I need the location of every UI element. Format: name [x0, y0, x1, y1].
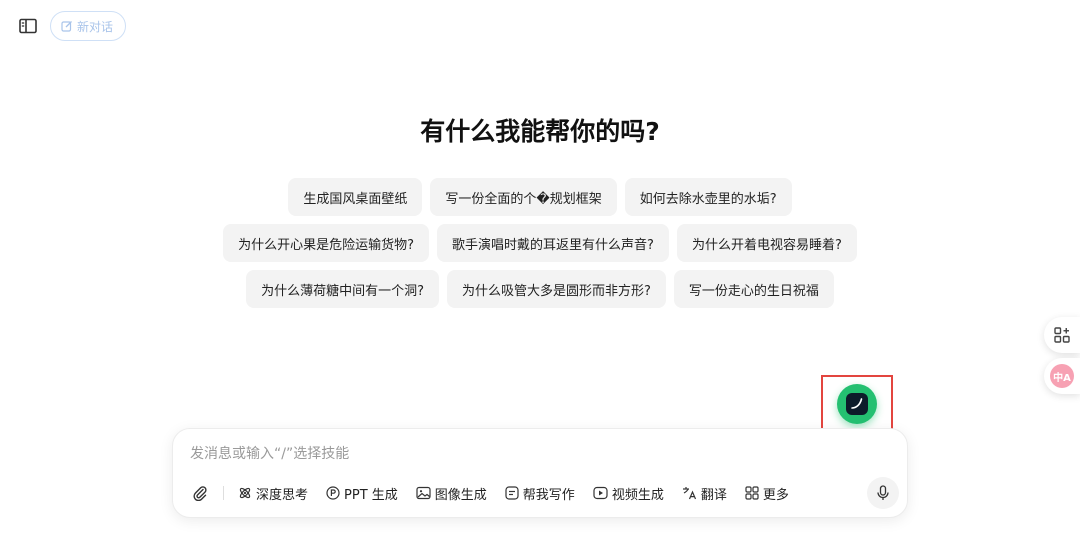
suggestion-chip[interactable]: 为什么薄荷糖中间有一个洞?	[246, 270, 439, 308]
deep-thinking-button[interactable]: 深度思考	[238, 484, 308, 503]
suggestion-row: 生成国风桌面壁纸 写一份全面的个�规划框架 如何去除水壶里的水垢?	[0, 178, 1080, 216]
suggestion-chip[interactable]: 为什么开着电视容易睡着?	[676, 224, 857, 262]
voice-input-button[interactable]	[867, 477, 899, 509]
image-generate-button[interactable]: 图像生成	[416, 484, 487, 503]
tool-label: 图像生成	[434, 487, 487, 503]
more-tools-button[interactable]: 更多	[745, 484, 789, 503]
top-bar: 新对话	[16, 11, 127, 41]
new-chat-button[interactable]: 新对话	[50, 11, 127, 41]
translate-icon	[682, 487, 696, 500]
suggestion-chip[interactable]: 生成国风桌面壁纸	[288, 178, 423, 216]
suggestion-chip[interactable]: 如何去除水壶里的水垢?	[624, 178, 792, 216]
tool-label: PPT 生成	[344, 487, 398, 503]
side-apps-button[interactable]	[1044, 317, 1080, 353]
message-input[interactable]	[190, 443, 870, 465]
suggestion-chip[interactable]: 写一份走心的生日祝福	[673, 270, 834, 308]
ppt-generate-button[interactable]: PPT 生成	[326, 484, 398, 503]
page-title: 有什么我能帮你的吗?	[420, 117, 660, 146]
attach-button[interactable]	[189, 482, 211, 504]
ppt-icon	[326, 486, 340, 500]
tool-label: 更多	[762, 487, 789, 503]
sidebar-panel-icon	[19, 18, 37, 34]
suggestion-row: 为什么开心果是危险运输货物? 歌手演唱时戴的耳返里有什么声音? 为什么开着电视容…	[0, 224, 1080, 262]
suggestion-chip[interactable]: 写一份全面的个�规划框架	[430, 178, 617, 216]
new-chat-label: 新对话	[77, 19, 114, 34]
image-icon	[416, 486, 431, 500]
suggestion-chip[interactable]: 为什么吸管大多是圆形而非方形?	[446, 270, 666, 308]
suggestion-list: 生成国风桌面壁纸 写一份全面的个�规划框架 如何去除水壶里的水垢? 为什么开心果…	[0, 178, 1080, 316]
tool-label: 帮我写作	[522, 487, 575, 503]
message-composer: 深度思考 PPT 生成 图像生成 帮我写作	[172, 428, 908, 518]
apps-grid-plus-icon	[1054, 327, 1070, 343]
tool-label: 视频生成	[611, 487, 664, 503]
video-icon	[593, 486, 608, 500]
sidebar-toggle-button[interactable]	[16, 14, 40, 38]
writing-assist-button[interactable]: 帮我写作	[505, 484, 575, 503]
grid-icon	[745, 486, 759, 500]
writing-icon	[505, 486, 519, 500]
floating-assistant-button[interactable]	[837, 384, 877, 424]
tool-label: 翻译	[700, 487, 727, 503]
suggestion-chip[interactable]: 为什么开心果是危险运输货物?	[223, 224, 430, 262]
atom-icon	[239, 487, 251, 499]
video-generate-button[interactable]: 视频生成	[593, 484, 664, 503]
assistant-logo-icon	[846, 393, 868, 415]
translate-button[interactable]: 翻译	[682, 484, 727, 503]
suggestion-row: 为什么薄荷糖中间有一个洞? 为什么吸管大多是圆形而非方形? 写一份走心的生日祝福	[0, 270, 1080, 308]
edit-icon	[61, 21, 72, 32]
composer-toolbar: 深度思考 PPT 生成 图像生成 帮我写作 视频生成 翻译 更多	[189, 481, 807, 505]
microphone-icon	[877, 485, 889, 500]
toolbar-divider	[223, 486, 224, 500]
tool-label: 深度思考	[256, 487, 309, 503]
side-translate-button[interactable]: 中A	[1044, 358, 1080, 394]
translate-badge: 中A	[1050, 364, 1074, 388]
paperclip-icon	[193, 486, 207, 501]
suggestion-chip[interactable]: 歌手演唱时戴的耳返里有什么声音?	[437, 224, 669, 262]
